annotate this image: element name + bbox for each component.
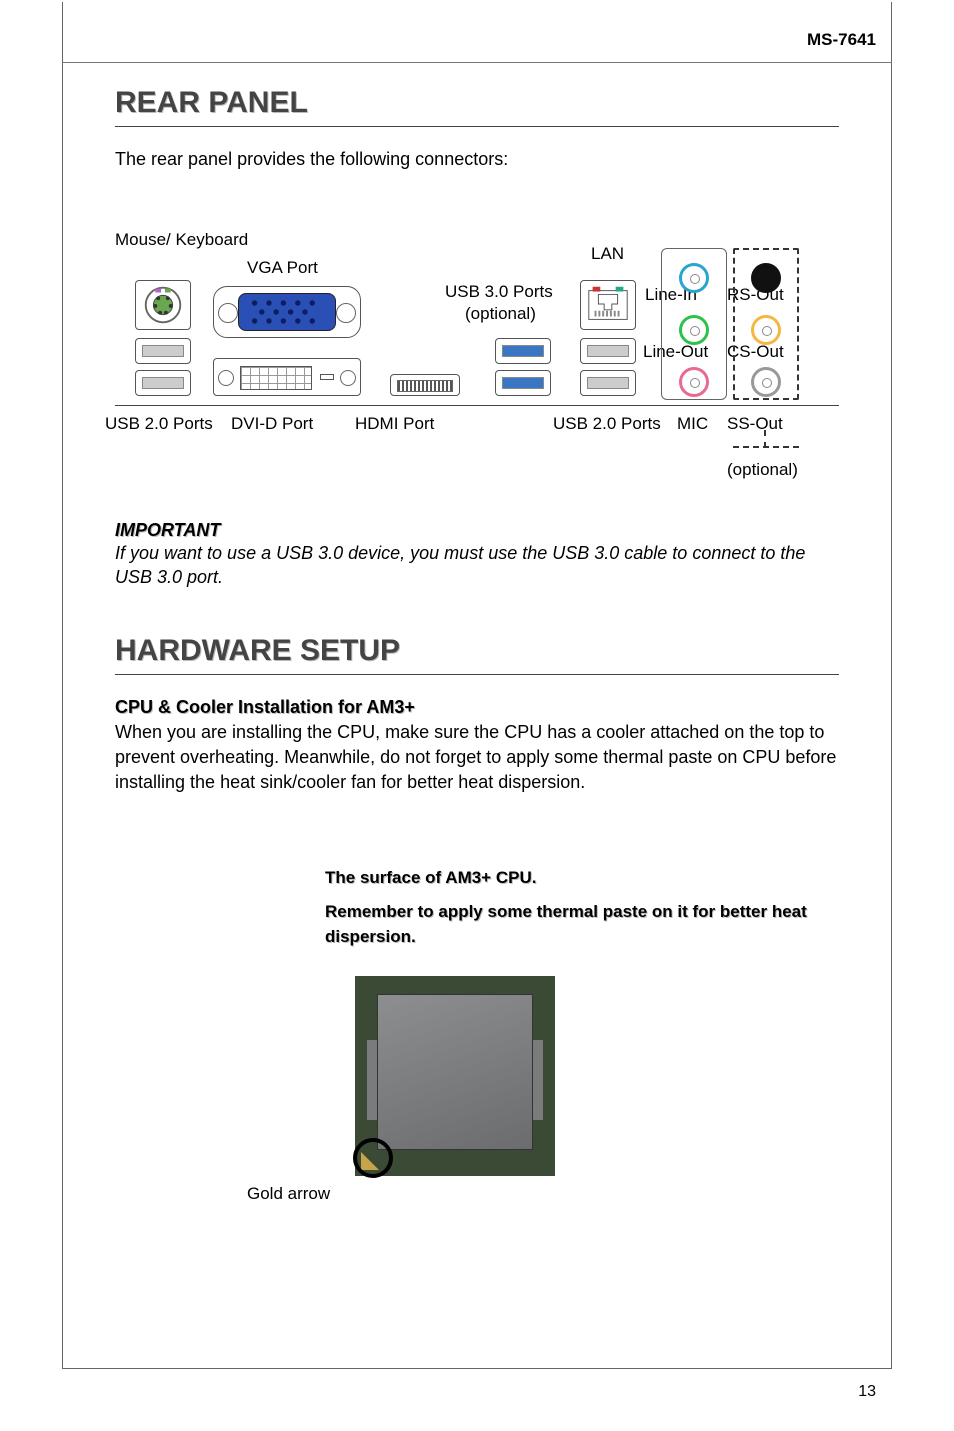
section-title-rear-panel: REAR PANEL	[115, 86, 839, 120]
cpu-caption: The surface of AM3+ CPU. Remember to app…	[325, 865, 839, 950]
panel-baseline	[115, 405, 839, 406]
header-rule	[62, 62, 892, 63]
mic-jack-icon	[679, 367, 709, 397]
title-rule-2	[115, 674, 839, 675]
dvi-port-icon	[213, 358, 361, 396]
usb2-port-icon	[135, 338, 191, 364]
cpu-ihs-icon	[377, 994, 533, 1150]
label-usb3-optional: (optional)	[465, 304, 536, 324]
label-mic: MIC	[677, 414, 708, 434]
vga-port-icon	[213, 286, 361, 338]
doc-code: MS-7641	[807, 30, 876, 50]
page-number: 13	[858, 1383, 876, 1401]
line-out-jack-icon	[679, 315, 709, 345]
label-optional: (optional)	[727, 460, 798, 480]
label-lan: LAN	[591, 244, 624, 264]
cpu-tab-icon	[533, 1040, 543, 1120]
label-usb2-left: USB 2.0 Ports	[105, 414, 213, 434]
cs-out-jack-icon	[751, 315, 781, 345]
lan-port-icon	[580, 280, 636, 330]
label-ss-out: SS-Out	[727, 414, 783, 434]
usb2-port-icon	[580, 370, 636, 396]
optional-bracket-tick-icon	[764, 430, 766, 448]
usb3-port-icon	[495, 370, 551, 396]
cpu-tab-icon	[367, 1040, 377, 1120]
gold-arrow-label: Gold arrow	[247, 1184, 330, 1204]
label-dvi: DVI-D Port	[231, 414, 313, 434]
important-text: If you want to use a USB 3.0 device, you…	[115, 541, 839, 590]
label-vga: VGA Port	[247, 258, 318, 278]
ss-out-jack-icon	[751, 367, 781, 397]
rear-panel-diagram: Mouse/ Keyboard VGA Port USB 3.0 Ports (…	[115, 230, 839, 490]
line-in-jack-icon	[679, 263, 709, 293]
section-title-hardware-setup: HARDWARE SETUP	[115, 634, 839, 668]
cpu-install-text: When you are installing the CPU, make su…	[115, 720, 839, 796]
label-usb3: USB 3.0 Ports	[445, 282, 553, 302]
title-rule-1	[115, 126, 839, 127]
label-usb2-right: USB 2.0 Ports	[553, 414, 661, 434]
cpu-caption-line1: The surface of AM3+ CPU.	[325, 865, 839, 891]
rear-panel-intro: The rear panel provides the following co…	[115, 149, 839, 170]
usb2-port-icon	[580, 338, 636, 364]
cpu-install-heading: CPU & Cooler Installation for AM3+	[115, 697, 839, 718]
rs-out-jack-icon	[751, 263, 781, 293]
cpu-caption-line2: Remember to apply some thermal paste on …	[325, 899, 839, 950]
ps2-port-icon	[135, 280, 191, 330]
usb2-port-icon	[135, 370, 191, 396]
label-mouse-keyboard: Mouse/ Keyboard	[115, 230, 248, 250]
gold-arrow-highlight-circle-icon	[353, 1138, 393, 1178]
important-heading: IMPORTANT	[115, 520, 839, 541]
usb3-port-icon	[495, 338, 551, 364]
cpu-illustration	[355, 976, 555, 1176]
hdmi-port-icon	[390, 374, 460, 396]
optional-bracket-icon	[733, 446, 799, 448]
label-hdmi: HDMI Port	[355, 414, 434, 434]
